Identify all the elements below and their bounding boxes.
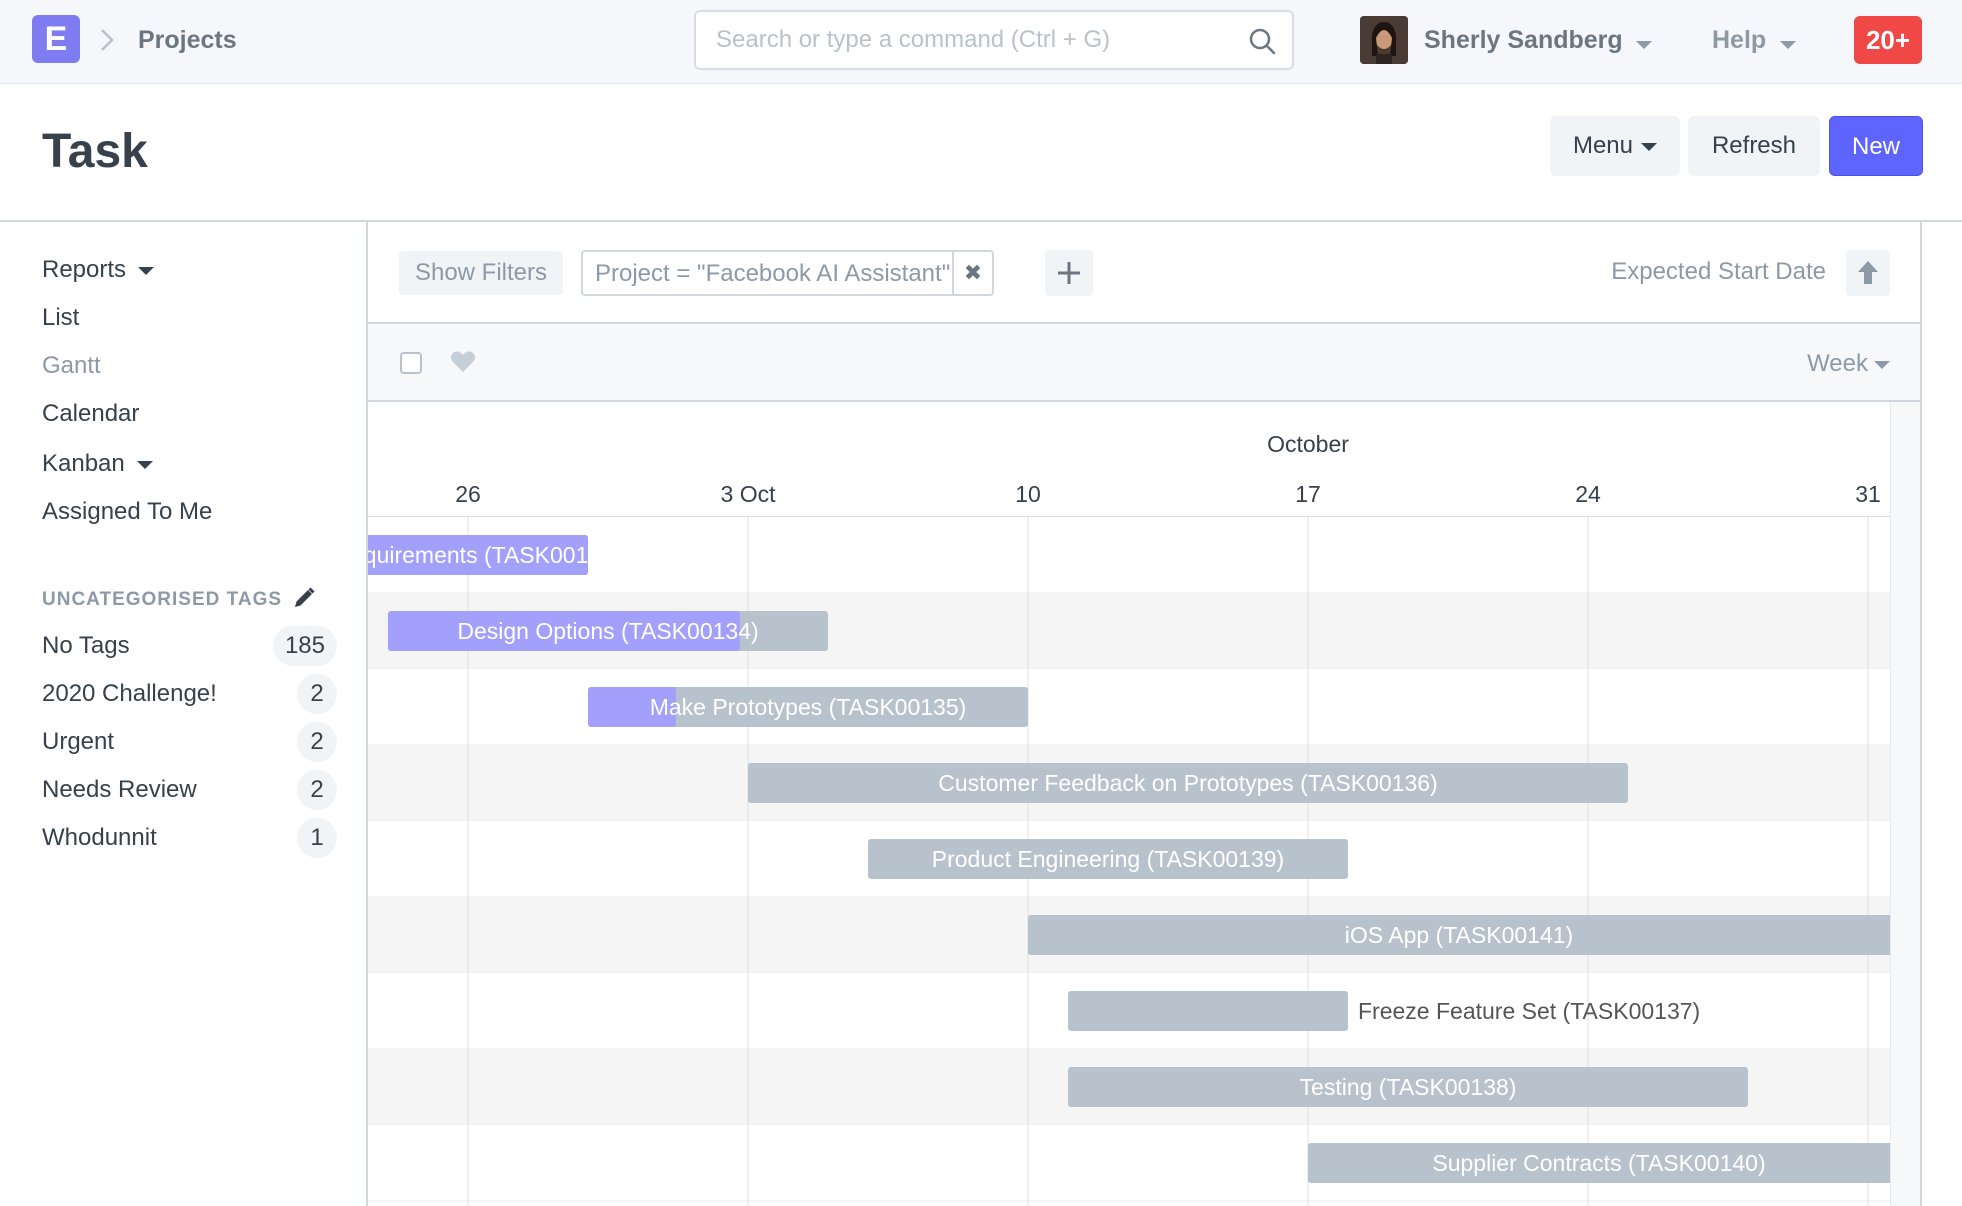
gantt-tick-label: 26 [455,481,481,507]
search-icon[interactable] [1248,27,1276,55]
gantt-chart: October 26 3 Oct 10 17 24 31 Requirements (TASK… [368,402,1890,1206]
gantt-task-label: iOS App (TASK00141) [1345,922,1573,948]
chevron-down-icon [1780,36,1796,54]
sidebar-item-reports[interactable]: Reports [42,256,155,284]
sidebar-item-label: Kanban [42,450,125,477]
search-box [694,10,1294,70]
help-menu[interactable]: Help [1712,26,1766,55]
gantt-task-label: Supplier Contracts (TASK00140) [1432,1150,1765,1176]
chevron-down-icon [138,266,155,275]
tag-item-no-tags[interactable]: No Tags 185 [42,626,337,666]
gantt-task-label: Product Engineering (TASK00139) [932,846,1284,872]
chevron-down-icon [1636,36,1652,54]
tag-item-urgent[interactable]: Urgent 2 [42,722,337,762]
tag-item-whodunnit[interactable]: Whodunnit 1 [42,818,337,858]
sidebar-item-list[interactable]: List [42,304,79,332]
chevron-down-icon [1874,360,1890,369]
select-all-checkbox[interactable] [400,352,422,374]
chevron-right-icon [98,26,116,54]
heart-icon[interactable] [450,350,476,374]
sidebar-item-kanban[interactable]: Kanban [42,450,153,478]
gantt-task-label: Customer Feedback on Prototypes (TASK001… [938,770,1437,796]
close-icon[interactable]: ✖ [952,252,992,294]
sort-order-button[interactable] [1846,250,1890,296]
sidebar-item-assigned-to-me[interactable]: Assigned To Me [42,498,212,526]
gantt-tick-label: 31 [1855,481,1881,507]
gantt-task-label: Requirements (TASK00133) [368,542,622,568]
sort-by-label[interactable]: Expected Start Date [1611,258,1826,286]
pencil-icon[interactable] [292,586,316,610]
tag-label: 2020 Challenge! [42,680,217,707]
search-input[interactable] [696,12,1292,68]
chevron-down-icon [1641,142,1658,151]
gantt-tick-label: 17 [1295,481,1321,507]
notification-badge[interactable]: 20+ [1854,16,1922,64]
sidebar: Reports List Gantt Calendar Kanban Assig… [0,222,366,1206]
filter-bar: Show Filters Project = "Facebook AI Assi… [368,222,1920,324]
tags-heading: UNCATEGORISED TAGS [42,589,283,610]
add-filter-button[interactable] [1045,250,1093,296]
page-head: Task Menu Refresh New [0,84,1962,222]
gantt-month-label: October [1267,431,1349,457]
gantt-task-label: Design Options (TASK00134) [457,618,758,644]
sidebar-item-gantt[interactable]: Gantt [42,352,101,380]
gantt-header [368,402,1890,517]
app-logo[interactable]: E [32,15,80,63]
user-menu[interactable]: Sherly Sandberg [1424,26,1623,55]
vertical-scrollbar[interactable] [1890,402,1920,1206]
tag-label: No Tags [42,632,130,659]
tag-count-badge: 185 [272,626,337,666]
tag-label: Needs Review [42,776,197,803]
avatar[interactable] [1360,16,1408,64]
plus-icon [1058,262,1080,284]
tag-count-badge: 2 [297,770,337,810]
tag-item-2020-challenge[interactable]: 2020 Challenge! 2 [42,674,337,714]
menu-button[interactable]: Menu [1550,116,1680,176]
list-header: Week [368,324,1920,402]
gantt-tick-label: 3 Oct [721,481,777,507]
gantt-task-label: Make Prototypes (TASK00135) [650,694,967,720]
tag-count-badge: 2 [297,674,337,714]
tag-count-badge: 2 [297,722,337,762]
sidebar-item-label: Reports [42,256,127,283]
gantt-task-label: Testing (TASK00138) [1300,1074,1517,1100]
sidebar-item-calendar[interactable]: Calendar [42,400,139,428]
filter-chip[interactable]: Project = "Facebook AI Assistant" ✖ [581,250,994,296]
gantt-task-bar [1068,991,1348,1031]
gantt-tick-label: 24 [1575,481,1601,507]
filter-chip-label: Project = "Facebook AI Assistant" [595,260,951,287]
gantt-task-label: Freeze Feature Set (TASK00137) [1358,998,1700,1024]
menu-button-label: Menu [1572,132,1634,159]
chevron-down-icon [136,460,153,469]
show-filters-button[interactable]: Show Filters [399,251,563,295]
tag-count-badge: 1 [297,818,337,858]
view-mode-label: Week [1807,350,1868,377]
breadcrumb-projects[interactable]: Projects [138,26,237,55]
page-title: Task [42,125,148,178]
view-mode-dropdown[interactable]: Week [1807,350,1890,378]
arrow-up-icon [1858,261,1878,284]
refresh-button[interactable]: Refresh [1688,116,1820,176]
gantt-tick-label: 10 [1015,481,1041,507]
top-navbar: E Projects Sherly Sandberg Help 20+ [0,0,1962,84]
tag-label: Urgent [42,728,115,755]
main-panel: Show Filters Project = "Facebook AI Assi… [366,222,1922,1206]
tag-item-needs-review[interactable]: Needs Review 2 [42,770,337,810]
tag-label: Whodunnit [42,824,157,851]
new-button[interactable]: New [1829,116,1923,176]
